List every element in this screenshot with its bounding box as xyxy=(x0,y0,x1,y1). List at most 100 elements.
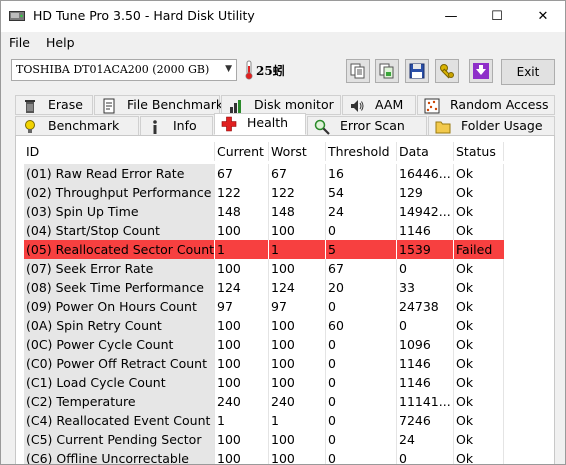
column-divider xyxy=(453,411,454,430)
column-divider xyxy=(453,164,454,183)
column-header-threshold[interactable]: Threshold xyxy=(326,142,396,161)
cell-threshold: 0 xyxy=(328,451,336,465)
table-row[interactable]: (07) Seek Error Rate 100 100 67 0 Ok xyxy=(24,259,504,278)
cell-status: Ok xyxy=(456,299,474,314)
cell-threshold: 0 xyxy=(328,299,336,314)
hdtune-app-icon xyxy=(9,11,25,21)
menu-help[interactable]: Help xyxy=(46,35,75,50)
column-divider xyxy=(268,430,269,449)
menu-file[interactable]: File xyxy=(9,35,30,50)
column-divider xyxy=(503,278,504,297)
random-access-icon xyxy=(424,98,440,114)
table-row[interactable]: (0A) Spin Retry Count 100 100 60 0 Ok xyxy=(24,316,504,335)
column-divider xyxy=(325,164,326,183)
tab-benchmark[interactable]: Benchmark xyxy=(15,116,139,136)
column-divider xyxy=(325,392,326,411)
table-row[interactable]: (04) Start/Stop Count 100 100 0 1146 Ok xyxy=(24,221,504,240)
table-row[interactable]: (C5) Current Pending Sector 100 100 0 24 Ok xyxy=(24,430,504,449)
column-divider xyxy=(214,278,215,297)
tab-folder-usage[interactable]: Folder Usage xyxy=(428,116,555,136)
arrow-down-icon xyxy=(473,63,489,79)
column-header-data[interactable]: Data xyxy=(397,142,453,161)
cell-data: 1096 xyxy=(399,337,431,352)
save-button[interactable] xyxy=(405,59,429,83)
column-divider xyxy=(325,373,326,392)
cell-current: 240 xyxy=(217,394,241,409)
cell-threshold: 0 xyxy=(328,356,336,371)
column-divider xyxy=(453,297,454,316)
column-divider xyxy=(214,316,215,335)
disk-monitor-icon xyxy=(230,100,241,113)
bulb-icon xyxy=(25,120,35,133)
tab-aam[interactable]: AAM xyxy=(342,95,416,115)
options-button[interactable] xyxy=(435,59,459,83)
table-row[interactable]: (C1) Load Cycle Count 100 100 0 1146 Ok xyxy=(24,373,504,392)
chevron-down-icon[interactable]: ▼ xyxy=(225,64,232,74)
tab-error-scan-label: Error Scan xyxy=(340,118,405,133)
close-button[interactable]: ✕ xyxy=(520,1,565,32)
cell-threshold: 24 xyxy=(328,204,344,219)
column-divider xyxy=(453,449,454,464)
table-row[interactable]: (C0) Power Off Retract Count 100 100 0 1146 O… xyxy=(24,354,504,373)
column-divider xyxy=(214,392,215,411)
table-row[interactable]: (0C) Power Cycle Count 100 100 0 1096 Ok xyxy=(24,335,504,354)
tab-health[interactable]: Health xyxy=(214,113,306,135)
tab-info[interactable]: Info xyxy=(140,116,213,136)
exit-button[interactable]: Exit xyxy=(501,59,555,85)
table-row[interactable]: (C4) Reallocated Event Count 1 1 0 7246 Ok xyxy=(24,411,504,430)
table-row[interactable]: (C2) Temperature 240 240 0 11141... Ok xyxy=(24,392,504,411)
cell-data: 24 xyxy=(399,432,415,447)
column-divider xyxy=(396,316,397,335)
title-bar[interactable]: HD Tune Pro 3.50 - Hard Disk Utility — ☐… xyxy=(1,1,565,32)
column-divider xyxy=(214,164,215,183)
column-divider xyxy=(503,316,504,335)
column-divider xyxy=(214,142,215,161)
tab-erase[interactable]: Erase xyxy=(15,95,93,115)
tab-disk-monitor[interactable]: Disk monitor xyxy=(221,95,341,115)
minimize-button[interactable]: — xyxy=(428,1,474,32)
cell-threshold: 5 xyxy=(326,240,396,259)
cell-current: 100 xyxy=(217,337,241,352)
column-header-worst[interactable]: Worst xyxy=(269,142,325,161)
copy-info-button[interactable] xyxy=(346,59,370,83)
column-divider xyxy=(453,278,454,297)
copy-screenshot-button[interactable] xyxy=(375,59,399,83)
table-row[interactable]: (01) Raw Read Error Rate 67 67 16 16446... Ok xyxy=(24,164,504,183)
drive-select[interactable]: TOSHIBA DT01ACA200 (2000 GB) ▼ xyxy=(11,59,237,81)
table-row[interactable]: (08) Seek Time Performance 124 124 20 33 Ok xyxy=(24,278,504,297)
cell-data: 7246 xyxy=(399,413,431,428)
download-button[interactable] xyxy=(469,59,493,83)
health-cross-icon xyxy=(221,116,237,132)
cell-threshold: 0 xyxy=(328,337,336,352)
column-divider xyxy=(214,335,215,354)
cell-status: Ok xyxy=(456,223,474,238)
cell-current: 148 xyxy=(217,204,241,219)
column-divider xyxy=(503,164,504,183)
cell-current: 1 xyxy=(217,413,225,428)
cell-status: Ok xyxy=(456,337,474,352)
column-header-current[interactable]: Current xyxy=(215,142,268,161)
cell-id: (08) Seek Time Performance xyxy=(24,278,214,297)
column-divider xyxy=(325,183,326,202)
cell-current: 100 xyxy=(217,375,241,390)
tab-random-access[interactable]: Random Access xyxy=(417,95,555,115)
column-divider xyxy=(396,183,397,202)
table-row[interactable]: (03) Spin Up Time 148 148 24 14942... Ok xyxy=(24,202,504,221)
cell-threshold: 0 xyxy=(328,375,336,390)
table-row[interactable]: (09) Power On Hours Count 97 97 0 24738 Ok xyxy=(24,297,504,316)
cell-id: (C2) Temperature xyxy=(24,392,214,411)
cell-worst: 100 xyxy=(271,356,295,371)
column-header-status[interactable]: Status xyxy=(454,142,504,161)
cell-worst: 1 xyxy=(269,240,325,259)
table-row[interactable]: (C6) Offline Uncorrectable 100 100 0 0 Ok xyxy=(24,449,504,465)
maximize-button[interactable]: ☐ xyxy=(474,1,520,32)
table-row[interactable]: (02) Throughput Performance 122 122 54 129 Ok xyxy=(24,183,504,202)
column-header-id[interactable]: ID xyxy=(24,142,214,161)
cell-current: 67 xyxy=(217,166,233,181)
column-divider xyxy=(214,373,215,392)
tab-file-benchmark[interactable]: File Benchmark xyxy=(94,95,223,115)
cell-worst: 124 xyxy=(271,280,295,295)
table-row[interactable]: (05) Reallocated Sector Count 1 1 5 1539 Fail… xyxy=(24,240,504,259)
cell-worst: 67 xyxy=(271,166,287,181)
tab-error-scan[interactable]: Error Scan xyxy=(307,116,427,136)
